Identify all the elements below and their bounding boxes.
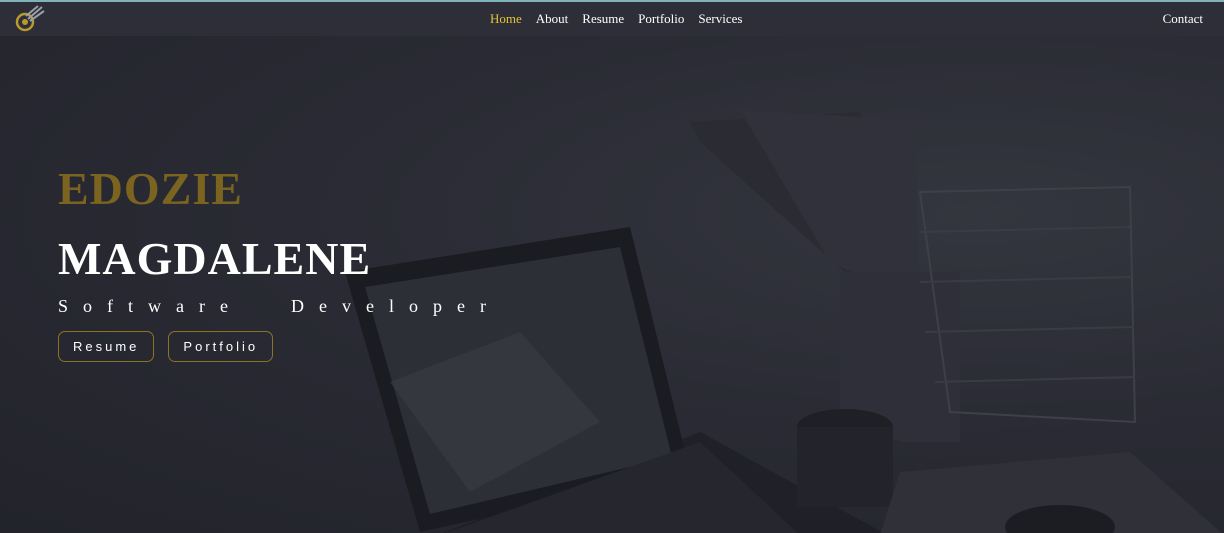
portfolio-button[interactable]: Portfolio <box>168 331 274 362</box>
resume-button[interactable]: Resume <box>58 331 155 362</box>
nav-link-resume[interactable]: Resume <box>582 11 624 27</box>
hero-buttons: Resume Portfolio <box>58 331 501 362</box>
top-navbar: Home About Resume Portfolio Services Con… <box>0 2 1224 36</box>
hero-role-word-1: Software <box>58 296 243 316</box>
nav-link-about[interactable]: About <box>536 11 569 27</box>
nav-link-contact[interactable]: Contact <box>1163 2 1203 36</box>
nav-link-services[interactable]: Services <box>698 11 742 27</box>
hero-role: Software Developer <box>58 296 501 317</box>
hero-section: EDOZIE MAGDALENE Software Developer Resum… <box>58 162 501 362</box>
rocket-logo-icon[interactable] <box>14 5 46 33</box>
page: Home About Resume Portfolio Services Con… <box>0 0 1224 533</box>
nav-link-portfolio[interactable]: Portfolio <box>638 11 684 27</box>
hero-last-name: MAGDALENE <box>58 233 372 284</box>
nav-links: Home About Resume Portfolio Services <box>490 2 742 36</box>
hero-role-word-2: Developer <box>290 296 501 316</box>
hero-first-name: EDOZIE <box>58 163 243 214</box>
nav-link-home[interactable]: Home <box>490 11 522 27</box>
